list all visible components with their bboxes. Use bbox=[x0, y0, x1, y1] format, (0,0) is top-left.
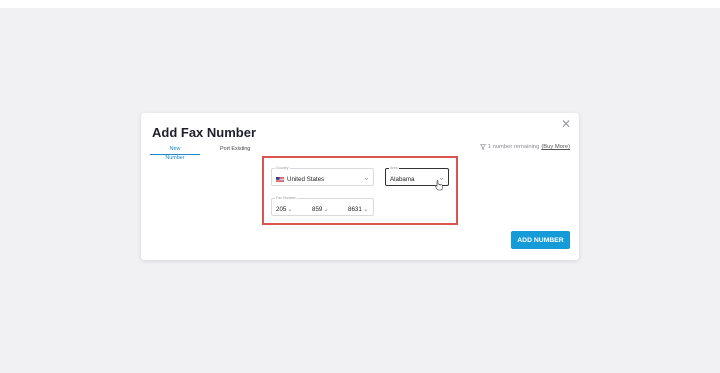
buy-more-link[interactable]: (Buy More) bbox=[541, 144, 570, 150]
dialog-title: Add Fax Number bbox=[152, 125, 257, 140]
fax-part-line-select[interactable]: 8631 bbox=[348, 206, 368, 213]
tab-bar: New Number Port Existing bbox=[150, 145, 262, 161]
tab-port-existing[interactable]: Port Existing bbox=[200, 145, 262, 154]
fax-part-prefix-select[interactable]: 859 bbox=[312, 206, 328, 213]
remaining-text: 1 number remaining bbox=[487, 144, 540, 150]
fax-part-area-code: 205 bbox=[276, 206, 287, 213]
country-value: United States bbox=[287, 176, 325, 183]
chevron-down-icon bbox=[324, 208, 328, 211]
fax-part-line: 8631 bbox=[348, 206, 362, 213]
fax-number-field: Fax Number 205 859 8631 bbox=[271, 196, 374, 216]
fax-part-area-code-select[interactable]: 205 bbox=[276, 206, 292, 213]
fax-number-label: Fax Number bbox=[275, 196, 297, 201]
numbers-remaining: 1 number remaining (Buy More) bbox=[479, 144, 570, 150]
us-flag-icon bbox=[276, 177, 284, 182]
area-label: Area bbox=[389, 166, 399, 171]
filter-icon bbox=[479, 144, 486, 150]
area-value: Alabama bbox=[390, 176, 415, 183]
fax-part-prefix: 859 bbox=[312, 206, 323, 213]
close-icon[interactable]: ✕ bbox=[561, 118, 571, 130]
chevron-down-icon bbox=[364, 208, 368, 211]
country-select[interactable]: Country United States bbox=[271, 166, 374, 186]
country-label: Country bbox=[275, 166, 290, 171]
tab-new-number[interactable]: New Number bbox=[150, 145, 200, 161]
chevron-down-icon bbox=[288, 208, 292, 211]
hand-cursor-icon bbox=[434, 180, 443, 191]
top-bar bbox=[0, 0, 720, 8]
chevron-down-icon bbox=[364, 177, 369, 180]
add-number-button[interactable]: ADD NUMBER bbox=[511, 231, 570, 249]
